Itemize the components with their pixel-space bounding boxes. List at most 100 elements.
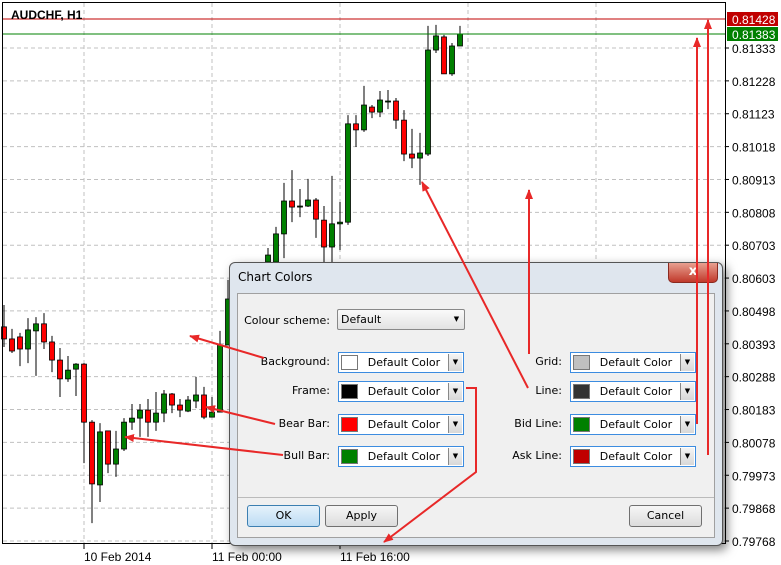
background-label: Background: — [260, 355, 330, 368]
color-swatch — [341, 384, 358, 399]
candle-body — [153, 412, 159, 423]
candle-body — [185, 399, 191, 412]
color-value: Default Color — [367, 450, 441, 463]
bear-candle — [201, 386, 207, 420]
candle-body — [89, 421, 95, 485]
candle-body — [97, 431, 103, 486]
bull-candle — [433, 24, 439, 54]
candle-body — [425, 49, 431, 155]
candle-body — [385, 100, 391, 103]
bull-candle — [337, 202, 343, 251]
chevron-down-icon: ▼ — [448, 354, 462, 371]
y-tick-label: 0.81333 — [732, 42, 776, 56]
bull-candle — [25, 318, 31, 364]
askline-color-picker[interactable]: Default Color ▼ — [570, 446, 696, 467]
bull-candle — [305, 178, 311, 208]
bear-candle — [353, 115, 359, 147]
candle-body — [25, 329, 31, 350]
bull-candle — [113, 430, 119, 477]
bull-candle — [329, 175, 335, 263]
candle-body — [377, 99, 383, 113]
candle-body — [169, 393, 175, 406]
y-tick-label: 0.81228 — [732, 75, 776, 89]
askline-label: Ask Line: — [512, 449, 562, 462]
colour-scheme-label: Colour scheme: — [244, 314, 330, 327]
y-tick-label: 0.80913 — [732, 173, 776, 187]
y-tick-label: 0.81123 — [732, 108, 775, 122]
candle-body — [281, 200, 287, 235]
bull-candle — [345, 115, 351, 225]
chart-colors-dialog: Chart Colors x Colour scheme: Default ▼ … — [229, 262, 723, 546]
bear-candle — [401, 110, 407, 162]
close-button[interactable]: x — [668, 263, 718, 283]
candle-body — [81, 363, 87, 423]
y-tick-label: 0.80498 — [732, 305, 776, 319]
candle-body — [209, 411, 215, 418]
chevron-down-icon: ▼ — [453, 315, 460, 323]
bear-candle — [105, 430, 111, 474]
line-color-picker[interactable]: Default Color ▼ — [570, 381, 696, 402]
separator — [238, 497, 714, 498]
bull-candle — [185, 395, 191, 413]
bidline-label: Bid Line: — [514, 417, 562, 430]
y-tick-label: 0.80288 — [732, 371, 776, 385]
candle-body — [201, 394, 207, 418]
background-color-picker[interactable]: Default Color ▼ — [338, 352, 464, 373]
bull-candle — [417, 132, 423, 185]
x-tick-label: 11 Feb 16:00 — [340, 550, 410, 564]
candle-body — [417, 152, 423, 159]
ask-price-label: 0.81428 — [732, 13, 776, 27]
close-x-icon: x — [688, 264, 698, 279]
dialog-title: Chart Colors — [238, 270, 313, 284]
candle-body — [305, 199, 311, 207]
candle-body — [313, 199, 319, 220]
frame-color-picker[interactable]: Default Color ▼ — [338, 381, 464, 402]
candle-body — [193, 394, 199, 402]
bull-candle — [217, 330, 223, 413]
bear-candle — [57, 348, 63, 397]
candle-body — [433, 35, 439, 51]
colour-scheme-select[interactable]: Default ▼ — [337, 309, 465, 330]
bull-candle — [377, 90, 383, 118]
bearbar-color-picker[interactable]: Default Color ▼ — [338, 414, 464, 435]
candle-body — [49, 341, 55, 361]
bull-candle — [33, 317, 39, 376]
candle-body — [321, 219, 327, 248]
bidline-color-picker[interactable]: Default Color ▼ — [570, 414, 696, 435]
y-tick-label: 0.79973 — [732, 469, 776, 483]
bull-candle — [281, 182, 287, 259]
candle-body — [177, 404, 183, 411]
bullbar-color-picker[interactable]: Default Color ▼ — [338, 446, 464, 467]
bear-candle — [81, 363, 87, 464]
color-value: Default Color — [599, 450, 673, 463]
cancel-button[interactable]: Cancel — [629, 505, 702, 527]
bull-candle — [97, 423, 103, 503]
grid-color-picker[interactable]: Default Color ▼ — [570, 352, 696, 373]
candle-body — [137, 409, 143, 419]
candle-body — [457, 33, 463, 47]
candle-body — [57, 359, 63, 380]
bull-candle — [129, 404, 135, 430]
bear-candle — [313, 198, 319, 238]
bull-candle — [153, 391, 159, 431]
color-swatch — [341, 449, 358, 464]
candle-body — [41, 323, 47, 343]
apply-button[interactable]: Apply — [325, 505, 398, 527]
bear-candle — [177, 399, 183, 418]
candle-body — [73, 363, 79, 370]
x-tick-label: 11 Feb 00:00 — [212, 550, 282, 564]
grid-label: Grid: — [535, 355, 562, 368]
candle-body — [145, 409, 151, 423]
bull-candle — [161, 389, 167, 423]
candle-body — [401, 119, 407, 155]
candle-body — [217, 344, 223, 413]
ok-button[interactable]: OK — [247, 505, 320, 527]
candle-body — [161, 393, 167, 414]
chevron-down-icon: ▼ — [680, 354, 694, 371]
bull-candle — [73, 363, 79, 396]
y-tick-label: 0.80183 — [732, 404, 776, 418]
bear-candle — [17, 332, 23, 367]
bull-candle — [425, 25, 431, 157]
y-tick-label: 0.80078 — [732, 436, 776, 450]
chevron-down-icon: ▼ — [448, 416, 462, 433]
